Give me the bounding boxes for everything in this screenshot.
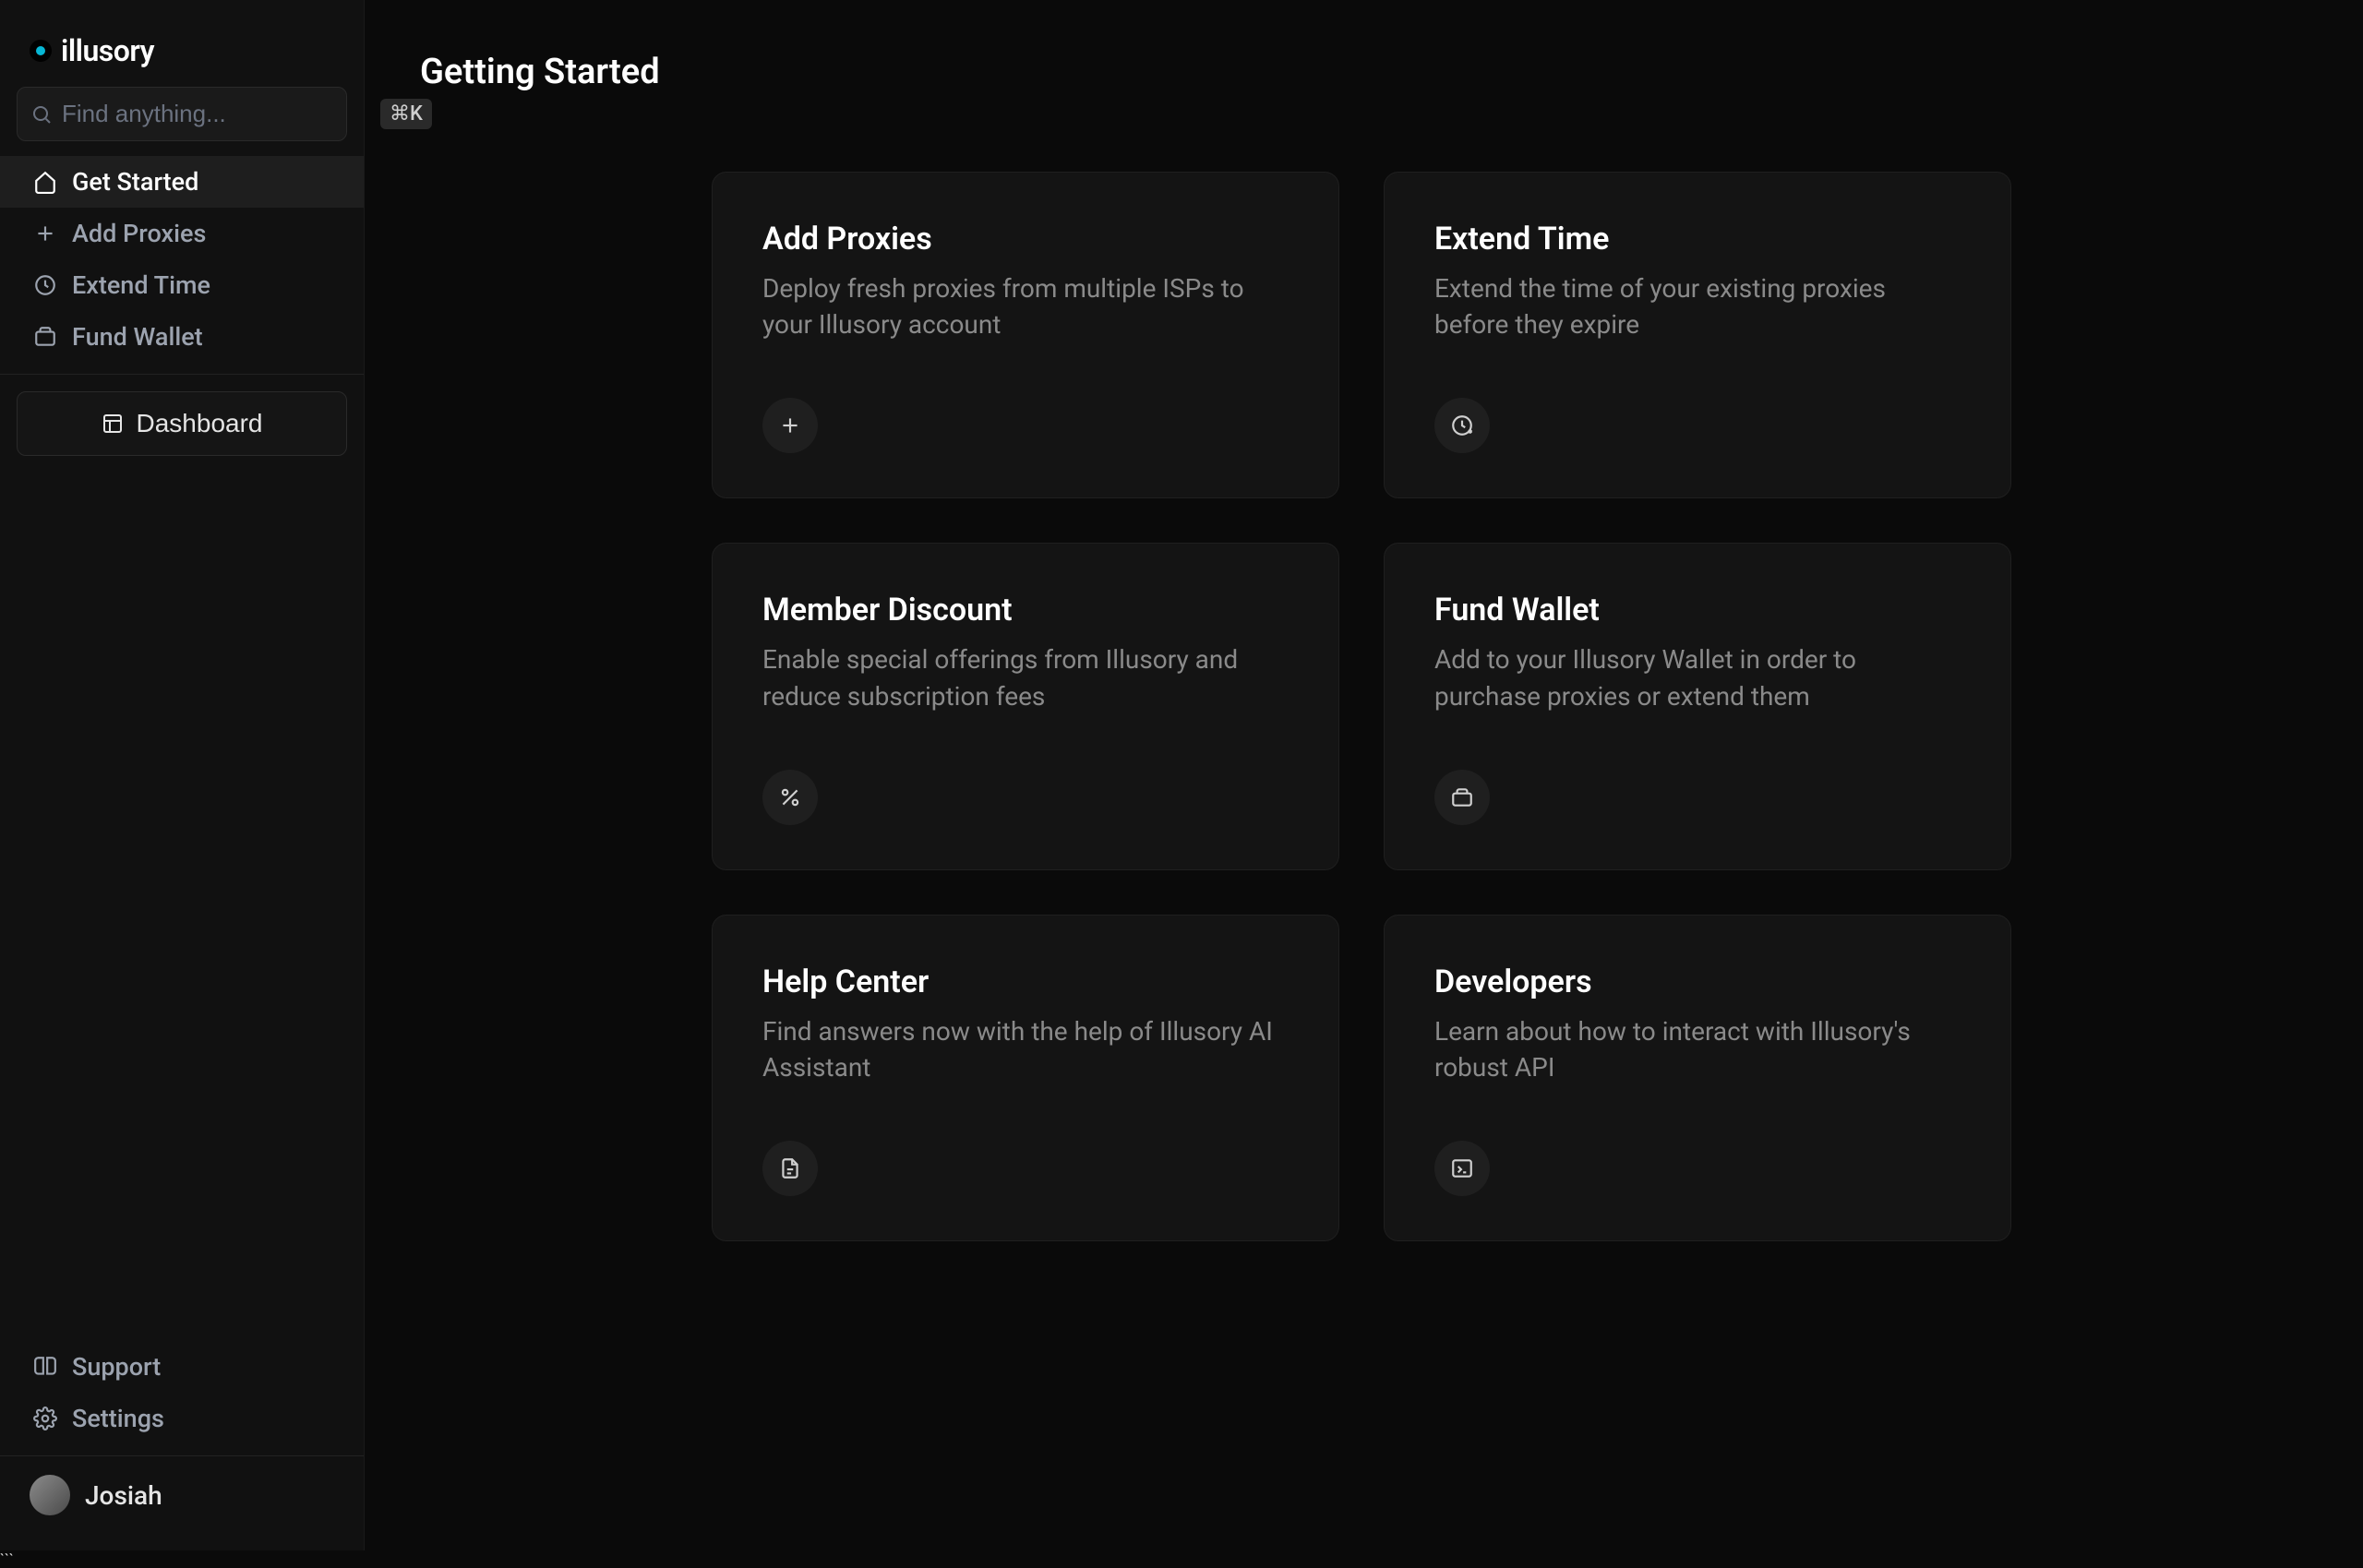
card-desc: Find answers now with the help of Illuso… xyxy=(762,1013,1289,1085)
card-add-proxies[interactable]: Add Proxies Deploy fresh proxies from mu… xyxy=(712,172,1339,498)
brand-name: illusory xyxy=(61,33,154,68)
card-fund-wallet[interactable]: Fund Wallet Add to your Illusory Wallet … xyxy=(1384,543,2011,869)
sidebar-nav: Get Started Add Proxies Extend Time Fund… xyxy=(0,156,364,363)
sidebar-item-add-proxies[interactable]: Add Proxies xyxy=(0,208,364,259)
card-desc: Deploy fresh proxies from multiple ISPs … xyxy=(762,270,1289,342)
sidebar-item-label: Fund Wallet xyxy=(72,322,203,352)
layout-icon xyxy=(102,413,124,435)
home-icon xyxy=(33,170,57,194)
sidebar-item-settings[interactable]: Settings xyxy=(0,1393,364,1444)
card-desc: Learn about how to interact with Illusor… xyxy=(1434,1013,1961,1085)
dashboard-button-label: Dashboard xyxy=(137,409,263,438)
search-icon xyxy=(30,103,53,126)
sidebar-item-extend-time[interactable]: Extend Time xyxy=(0,259,364,311)
card-desc: Enable special offerings from Illusory a… xyxy=(762,641,1289,713)
sidebar-item-support[interactable]: Support xyxy=(0,1341,364,1393)
brand-logo[interactable]: illusory xyxy=(0,17,364,87)
card-member-discount[interactable]: Member Discount Enable special offerings… xyxy=(712,543,1339,869)
sidebar-item-label: Support xyxy=(72,1352,161,1382)
wallet-icon xyxy=(33,325,57,349)
card-extend-time[interactable]: Extend Time Extend the time of your exis… xyxy=(1384,172,2011,498)
percent-icon xyxy=(762,770,818,825)
card-title: Extend Time xyxy=(1434,221,1961,257)
clock-icon xyxy=(33,273,57,297)
card-title: Add Proxies xyxy=(762,221,1289,257)
card-developers[interactable]: Developers Learn about how to interact w… xyxy=(1384,915,2011,1241)
plus-icon xyxy=(762,398,818,453)
terminal-icon xyxy=(1434,1141,1490,1196)
sidebar-item-label: Extend Time xyxy=(72,270,210,300)
search-bar[interactable]: ⌘K xyxy=(17,87,347,141)
wallet-icon xyxy=(1434,770,1490,825)
card-desc: Add to your Illusory Wallet in order to … xyxy=(1434,641,1961,713)
divider xyxy=(0,374,364,375)
dashboard-button[interactable]: Dashboard xyxy=(17,391,347,456)
book-icon xyxy=(33,1355,57,1379)
sidebar-item-label: Settings xyxy=(72,1404,164,1433)
user-menu[interactable]: Josiah xyxy=(0,1455,364,1534)
page-title: Getting Started xyxy=(420,52,2308,92)
brand-logo-icon xyxy=(30,40,52,62)
card-help-center[interactable]: Help Center Find answers now with the he… xyxy=(712,915,1339,1241)
card-title: Fund Wallet xyxy=(1434,592,1961,628)
card-grid: Add Proxies Deploy fresh proxies from mu… xyxy=(712,172,2308,1241)
avatar xyxy=(30,1475,70,1515)
card-desc: Extend the time of your existing proxies… xyxy=(1434,270,1961,342)
card-title: Developers xyxy=(1434,964,1961,1000)
document-icon xyxy=(762,1141,818,1196)
plus-icon xyxy=(33,221,57,245)
sidebar-item-get-started[interactable]: Get Started xyxy=(0,156,364,208)
sidebar: illusory ⌘K Get Started xyxy=(0,0,365,1550)
search-input[interactable] xyxy=(62,100,371,128)
sidebar-item-label: Add Proxies xyxy=(72,219,206,248)
clock-plus-icon xyxy=(1434,398,1490,453)
user-name: Josiah xyxy=(85,1480,162,1511)
main-content: Getting Started Add Proxies Deploy fresh… xyxy=(365,0,2363,1550)
gear-icon xyxy=(33,1406,57,1430)
sidebar-item-label: Get Started xyxy=(72,167,198,197)
card-title: Help Center xyxy=(762,964,1289,1000)
sidebar-footer: Support Settings Josiah xyxy=(0,1341,364,1534)
card-title: Member Discount xyxy=(762,592,1289,628)
sidebar-item-fund-wallet[interactable]: Fund Wallet xyxy=(0,311,364,363)
